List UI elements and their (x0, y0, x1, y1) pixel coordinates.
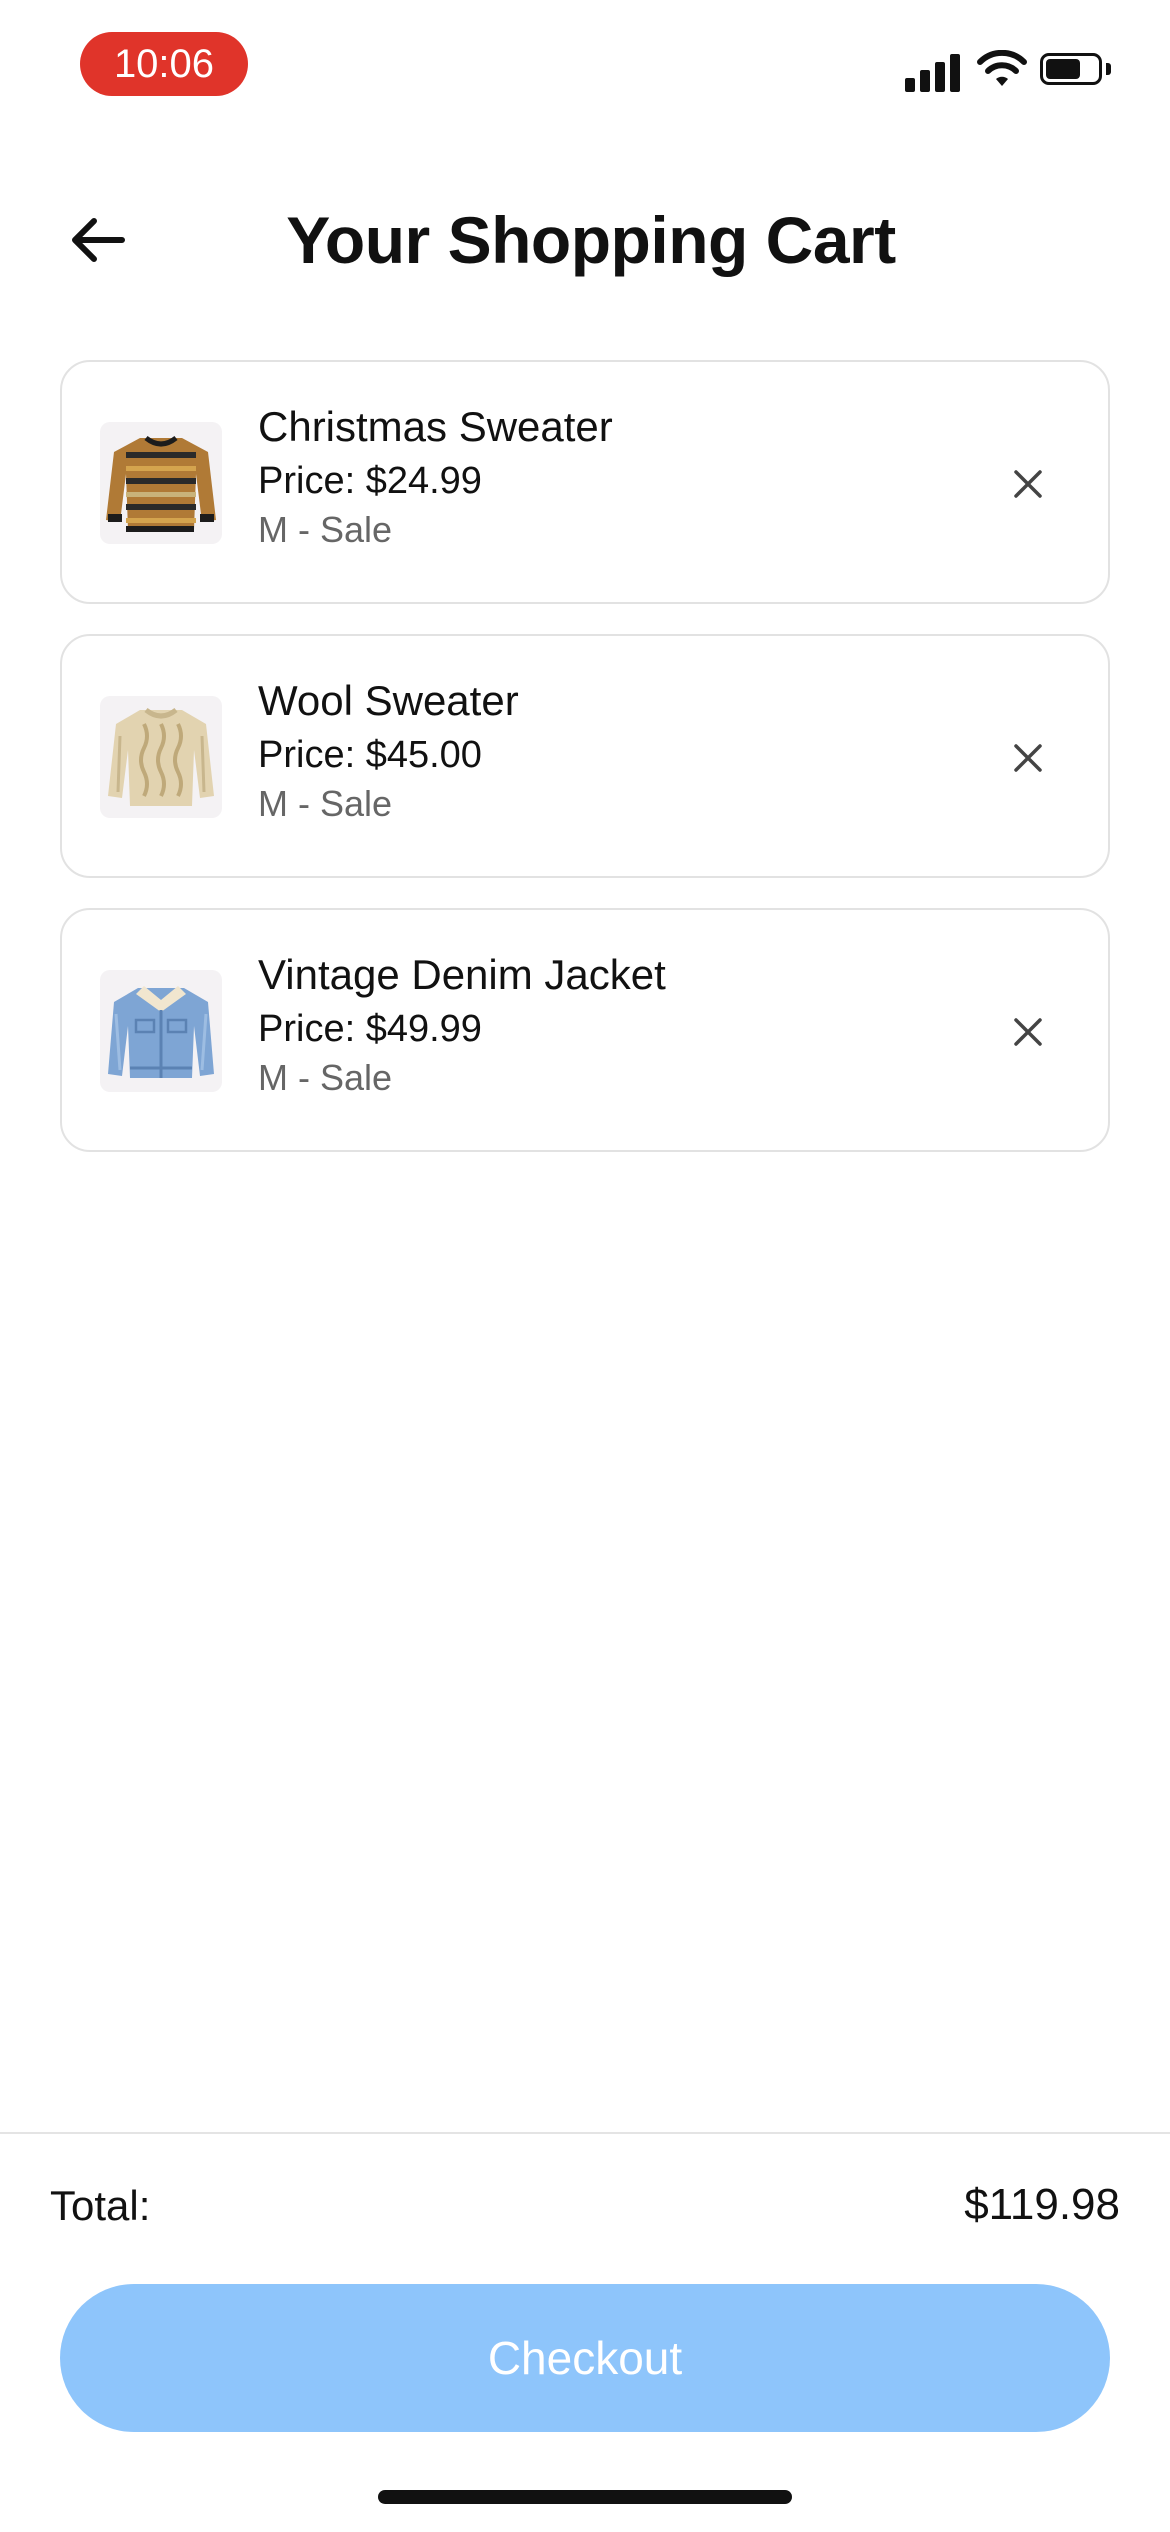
striped-sweater-image (106, 435, 216, 532)
item-info: Vintage Denim Jacket Price: $49.99 M - S… (258, 948, 666, 1102)
checkout-button[interactable]: Checkout (60, 2284, 1110, 2432)
product-image (100, 696, 222, 818)
cart-list: Christmas Sweater Price: $24.99 M - Sale… (60, 360, 1110, 1182)
cart-item[interactable]: Vintage Denim Jacket Price: $49.99 M - S… (60, 908, 1110, 1152)
home-indicator[interactable] (378, 2490, 792, 2504)
item-price: Price: $45.00 (258, 734, 482, 776)
item-price: Price: $24.99 (258, 460, 482, 502)
wifi-icon (977, 50, 1027, 86)
header: Your Shopping Cart (0, 180, 1170, 300)
close-icon (1014, 1018, 1042, 1046)
close-icon (1014, 470, 1042, 498)
item-info: Wool Sweater Price: $45.00 M - Sale (258, 674, 519, 828)
denim-jacket-image (108, 986, 214, 1078)
item-name: Christmas Sweater (258, 403, 613, 450)
item-info: Christmas Sweater Price: $24.99 M - Sale (258, 400, 613, 554)
remove-item-button[interactable] (998, 1002, 1058, 1062)
item-price: Price: $49.99 (258, 1008, 482, 1050)
item-variant: M - Sale (258, 509, 393, 550)
item-name: Vintage Denim Jacket (258, 951, 666, 998)
item-name: Wool Sweater (258, 677, 519, 724)
cable-knit-sweater-image (108, 707, 214, 806)
remove-item-button[interactable] (998, 454, 1058, 514)
product-image (100, 422, 222, 544)
total-value: $119.98 (964, 2180, 1120, 2229)
footer-divider (0, 2132, 1170, 2134)
status-bar: 10:06 (0, 0, 1170, 130)
cart-item[interactable]: Christmas Sweater Price: $24.99 M - Sale (60, 360, 1110, 604)
close-icon (1014, 744, 1042, 772)
page-title: Your Shopping Cart (286, 203, 896, 277)
battery-icon (1040, 53, 1116, 91)
cellular-signal-icon (905, 52, 961, 92)
item-variant: M - Sale (258, 783, 393, 824)
product-image (100, 970, 222, 1092)
remove-item-button[interactable] (998, 728, 1058, 788)
item-variant: M - Sale (258, 1057, 393, 1098)
cart-item[interactable]: Wool Sweater Price: $45.00 M - Sale (60, 634, 1110, 878)
total-label: Total: (50, 2182, 151, 2229)
status-time: 10:06 (80, 32, 248, 96)
